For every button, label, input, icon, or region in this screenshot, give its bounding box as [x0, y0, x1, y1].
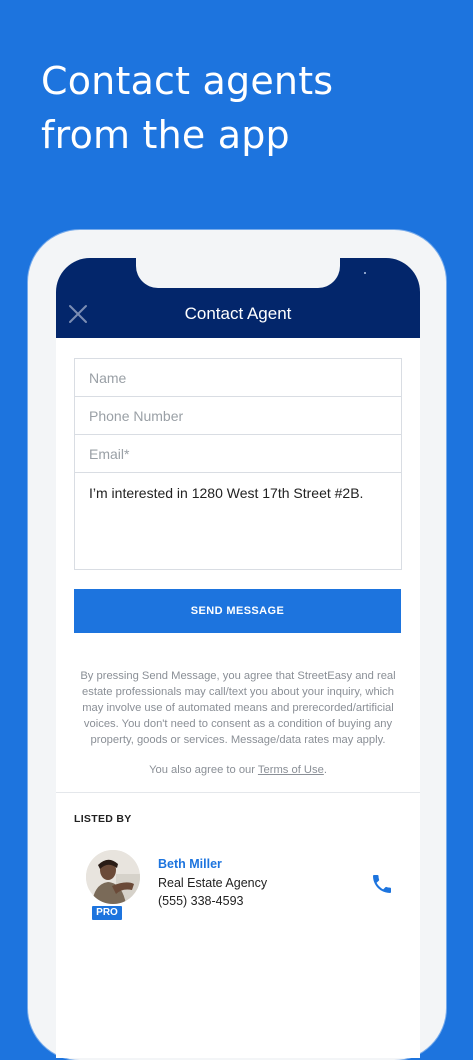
terms-line: You also agree to our Terms of Use.	[56, 762, 420, 778]
send-message-button[interactable]: SEND MESSAGE	[74, 589, 401, 633]
email-input[interactable]	[75, 445, 401, 462]
email-field-row	[75, 435, 401, 473]
phone-input[interactable]	[75, 407, 401, 424]
status-indicator	[364, 272, 366, 274]
listed-by-label: LISTED BY	[74, 813, 132, 825]
phone-field-row	[75, 397, 401, 435]
headline-line-1: Contact agents	[41, 59, 334, 103]
name-input[interactable]	[75, 369, 401, 386]
agent-avatar[interactable]	[86, 850, 140, 904]
contact-form: I’m interested in 1280 West 17th Street …	[74, 358, 402, 570]
disclaimer-text: By pressing Send Message, you agree that…	[80, 670, 396, 746]
section-divider	[56, 792, 420, 793]
nav-bar: Contact Agent	[56, 258, 420, 338]
headline-line-2: from the app	[41, 113, 290, 157]
call-agent-button[interactable]	[370, 872, 394, 896]
agent-portrait-icon	[86, 850, 140, 904]
phone-screen: Contact Agent I’m interested in 1280 Wes…	[56, 258, 420, 1058]
headline: Contact agents from the app	[41, 54, 441, 162]
pro-badge: PRO	[92, 906, 122, 920]
agent-name-link[interactable]: Beth Miller	[158, 857, 222, 871]
message-textarea[interactable]: I’m interested in 1280 West 17th Street …	[75, 473, 401, 569]
terms-prefix: You also agree to our	[149, 764, 258, 776]
terms-suffix: .	[323, 764, 327, 776]
nav-title: Contact Agent	[184, 304, 292, 323]
agent-phone-number: (555) 338-4593	[158, 894, 244, 908]
agent-agency: Real Estate Agency	[158, 876, 268, 890]
name-field-row	[75, 359, 401, 397]
phone-icon	[373, 875, 391, 893]
terms-of-use-link[interactable]: Terms of Use	[258, 764, 324, 776]
message-field-row: I’m interested in 1280 West 17th Street …	[75, 473, 401, 569]
phone-notch	[136, 258, 340, 288]
